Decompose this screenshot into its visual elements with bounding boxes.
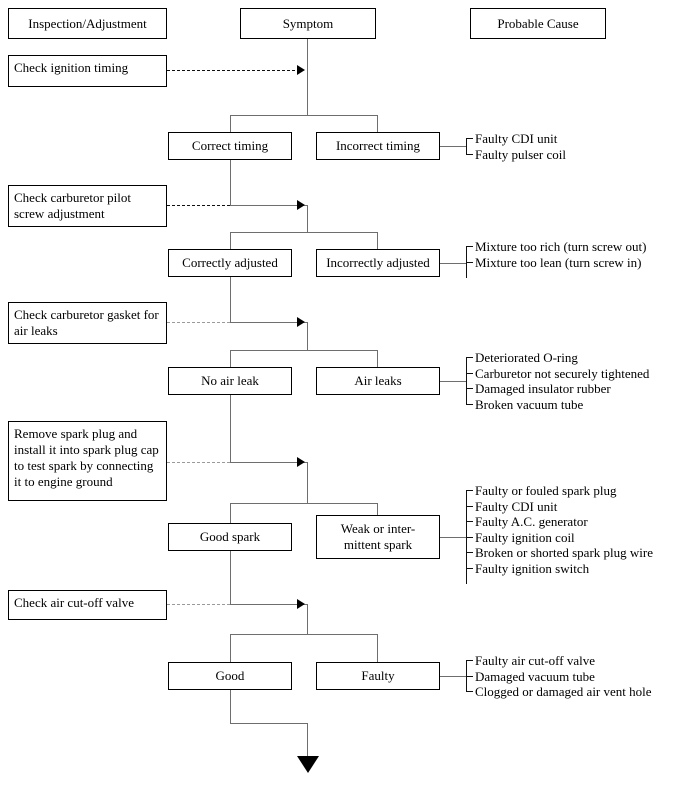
spine-to-branch-3 — [307, 322, 308, 350]
cause-stem-timing — [440, 146, 466, 147]
pass-drop-1 — [230, 160, 231, 205]
branch-label-faulty: Faulty — [361, 668, 395, 683]
cause-item: Faulty air cut-off valve — [466, 653, 652, 669]
branch-box-incorrectly-adjusted: Incorrectly adjusted — [316, 249, 440, 277]
cause-item: Faulty pulser coil — [466, 147, 566, 163]
branch-drop-fail-1 — [377, 115, 378, 132]
header-symptom-label: Symptom — [282, 15, 334, 31]
branch-label-air-leaks: Air leaks — [354, 373, 402, 388]
flow-arrow-head-4 — [297, 457, 305, 467]
terminal-arrow-icon — [297, 756, 319, 773]
cause-list-timing: Faulty CDI unit Faulty pulser coil — [466, 131, 566, 162]
header-probable-cause-label: Probable Cause — [497, 15, 579, 31]
branch-drop-fail-4 — [377, 503, 378, 515]
branch-drop-pass-2 — [230, 232, 231, 249]
step-label-remove-spark-plug: Remove spark plug and install it into sp… — [14, 426, 159, 489]
pass-drop-4 — [230, 551, 231, 604]
cause-item: Faulty ignition switch — [466, 561, 653, 577]
spine-symptom-to-branch-1 — [307, 39, 308, 115]
branch-box-good-spark: Good spark — [168, 523, 292, 551]
cause-list-air-leak: Deteriorated O-ring Carburetor not secur… — [466, 350, 649, 412]
spine-to-branch-5 — [307, 604, 308, 634]
cause-stem-air-cut-off — [440, 676, 466, 677]
branch-drop-fail-5 — [377, 634, 378, 662]
branch-label-incorrect-timing: Incorrect timing — [335, 138, 421, 153]
cause-item: Deteriorated O-ring — [466, 350, 649, 366]
branch-box-faulty: Faulty — [316, 662, 440, 690]
cause-item: Mixture too lean (turn screw in) — [466, 255, 646, 271]
step-box-check-ignition-timing: Check ignition timing — [8, 55, 167, 87]
cause-stem-air-leak — [440, 381, 466, 382]
step-label-check-ignition-timing: Check ignition timing — [14, 60, 129, 75]
branch-drop-pass-5 — [230, 634, 231, 662]
step-box-check-air-cut-off-valve: Check air cut-off valve — [8, 590, 167, 620]
branch-box-air-leaks: Air leaks — [316, 367, 440, 395]
branch-label-good: Good — [215, 668, 245, 683]
cause-item: Damaged insulator rubber — [466, 381, 649, 397]
cause-stem-spark — [440, 537, 466, 538]
step-box-check-carburetor-gasket: Check carburetor gasket for air leaks — [8, 302, 167, 344]
header-symptom: Symptom — [240, 8, 376, 39]
branch-label-weak-spark: Weak or inter- mittent spark — [340, 521, 416, 552]
flow-arrow-head-5 — [297, 599, 305, 609]
cause-item: Faulty A.C. generator — [466, 514, 653, 530]
branch-bar-2 — [230, 232, 378, 233]
branch-box-weak-spark: Weak or inter- mittent spark — [316, 515, 440, 559]
cause-item: Faulty CDI unit — [466, 499, 653, 515]
pass-drop-3 — [230, 395, 231, 462]
branch-box-incorrect-timing: Incorrect timing — [316, 132, 440, 160]
flow-arrow-head-1 — [297, 65, 305, 75]
branch-drop-pass-1 — [230, 115, 231, 132]
cause-item: Faulty CDI unit — [466, 131, 566, 147]
step-label-check-carburetor-pilot: Check carburetor pilot screw adjustment — [14, 190, 131, 221]
branch-box-correctly-adjusted: Correctly adjusted — [168, 249, 292, 277]
cause-item: Faulty ignition coil — [466, 530, 653, 546]
cause-item: Carburetor not securely tightened — [466, 366, 649, 382]
branch-bar-4 — [230, 503, 378, 504]
step-label-check-air-cut-off-valve: Check air cut-off valve — [14, 595, 134, 610]
step-box-check-carburetor-pilot: Check carburetor pilot screw adjustment — [8, 185, 167, 227]
cause-list-pilot-screw: Mixture too rich (turn screw out) Mixtur… — [466, 239, 646, 270]
branch-bar-3 — [230, 350, 378, 351]
branch-box-no-air-leak: No air leak — [168, 367, 292, 395]
terminal-jog — [230, 723, 308, 724]
cause-item: Broken or shorted spark plug wire — [466, 545, 653, 561]
branch-label-incorrectly-adjusted: Incorrectly adjusted — [326, 255, 430, 270]
header-inspection-adjustment: Inspection/Adjustment — [8, 8, 167, 39]
branch-box-good: Good — [168, 662, 292, 690]
branch-bar-1 — [230, 115, 378, 116]
cause-list-air-cut-off: Faulty air cut-off valve Damaged vacuum … — [466, 653, 652, 700]
troubleshooting-flowchart: Inspection/Adjustment Symptom Probable C… — [0, 0, 675, 796]
branch-label-correctly-adjusted: Correctly adjusted — [182, 255, 278, 270]
terminal-spine — [307, 723, 308, 756]
cause-item: Broken vacuum tube — [466, 397, 649, 413]
branch-drop-pass-3 — [230, 350, 231, 367]
terminal-drop — [230, 690, 231, 723]
branch-label-correct-timing: Correct timing — [191, 138, 269, 153]
spine-to-branch-2 — [307, 205, 308, 232]
header-probable-cause: Probable Cause — [470, 8, 606, 39]
flow-arrow-head-3 — [297, 317, 305, 327]
branch-drop-pass-4 — [230, 503, 231, 523]
cause-stem-pilot-screw — [440, 263, 466, 264]
branch-bar-5 — [230, 634, 378, 635]
branch-drop-fail-3 — [377, 350, 378, 367]
pass-drop-2 — [230, 277, 231, 322]
step-label-check-carburetor-gasket: Check carburetor gasket for air leaks — [14, 307, 159, 338]
flow-arrow-line-1 — [167, 70, 295, 71]
flow-arrow-head-2 — [297, 200, 305, 210]
spine-to-branch-4 — [307, 462, 308, 503]
branch-label-no-air-leak: No air leak — [201, 373, 259, 388]
cause-item: Faulty or fouled spark plug — [466, 483, 653, 499]
branch-drop-fail-2 — [377, 232, 378, 249]
header-inspection-adjustment-label: Inspection/Adjustment — [28, 15, 147, 31]
cause-item: Damaged vacuum tube — [466, 669, 652, 685]
cause-item: Clogged or damaged air vent hole — [466, 684, 652, 700]
step-box-remove-spark-plug: Remove spark plug and install it into sp… — [8, 421, 167, 501]
branch-label-good-spark: Good spark — [199, 529, 261, 544]
branch-box-correct-timing: Correct timing — [168, 132, 292, 160]
cause-list-spark: Faulty or fouled spark plug Faulty CDI u… — [466, 483, 653, 576]
cause-item: Mixture too rich (turn screw out) — [466, 239, 646, 255]
